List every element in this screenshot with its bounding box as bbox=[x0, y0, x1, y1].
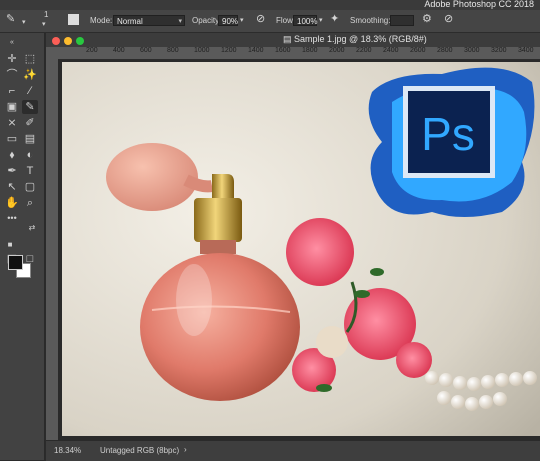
ruler-tick-label: 2400 bbox=[383, 47, 399, 54]
zoom-level[interactable]: 18.34% bbox=[54, 446, 81, 455]
ruler-tick-label: 200 bbox=[86, 47, 98, 54]
ruler-tick-label: 1200 bbox=[221, 47, 237, 54]
ruler-tick-label: 600 bbox=[140, 47, 152, 54]
opacity-label: Opacity: bbox=[192, 16, 222, 25]
flow-caret-icon[interactable]: ▾ bbox=[319, 15, 323, 27]
brush-preset-caret-icon[interactable]: ▾ bbox=[22, 17, 26, 29]
brush-tool-icon[interactable]: ✎ bbox=[22, 100, 38, 114]
hand-tool-icon[interactable]: ✋ bbox=[4, 196, 20, 210]
screen-mode-icon[interactable]: □ bbox=[22, 252, 38, 266]
dodge-tool-icon[interactable]: ◐ bbox=[22, 148, 38, 162]
gear-icon[interactable]: ⚙ bbox=[422, 13, 432, 25]
eyedropper-tool-icon[interactable]: ∕ bbox=[22, 84, 38, 98]
ruler-tick-label: 2000 bbox=[329, 47, 345, 54]
crop-tool-icon[interactable]: ⌐ bbox=[4, 84, 20, 98]
document-tab-title: Sample 1.jpg @ 18.3% (RGB/8#) bbox=[294, 34, 427, 44]
marquee-tool-icon[interactable]: ⬚ bbox=[22, 52, 38, 66]
ruler-tick-label: 1400 bbox=[248, 47, 264, 54]
zoom-tool-icon[interactable]: ⌕ bbox=[22, 196, 38, 210]
lasso-tool-icon[interactable]: ⌒ bbox=[4, 68, 20, 82]
mode-select[interactable]: Normal ▾ bbox=[113, 15, 185, 26]
close-window-button[interactable] bbox=[52, 37, 60, 45]
healing-brush-tool-icon[interactable]: ▣ bbox=[4, 100, 20, 114]
toolbox: « ✛ ⬚ ⌒ ✨ ⌐ ∕ ▣ ✎ ⨯ ✐ ▭ ▤ ⬧ ◐ ✒ T ↖ ▢ ✋ … bbox=[0, 33, 45, 460]
smoothing-label: Smoothing: bbox=[350, 16, 391, 25]
pen-tool-icon[interactable]: ✒ bbox=[4, 164, 20, 178]
shape-tool-icon[interactable]: ▢ bbox=[22, 180, 38, 194]
horizontal-ruler[interactable]: 200 400 600 800 1000 1200 1400 1600 1800 2000 2200… bbox=[58, 47, 540, 60]
brush-settings-icon[interactable] bbox=[68, 14, 79, 25]
document-file-icon: ▤ bbox=[283, 34, 295, 44]
mode-label: Mode: bbox=[90, 16, 113, 25]
vertical-ruler[interactable] bbox=[46, 47, 58, 440]
document-tab[interactable]: ▤ Sample 1.jpg @ 18.3% (RGB/8#) bbox=[283, 34, 427, 45]
app-titlebar: Adobe Photoshop CC 2018 bbox=[0, 0, 540, 10]
opacity-value: 90% bbox=[222, 17, 239, 26]
history-brush-tool-icon[interactable]: ✐ bbox=[22, 116, 38, 130]
mode-caret-icon: ▾ bbox=[178, 18, 182, 25]
document-tab-bar: ▤ Sample 1.jpg @ 18.3% (RGB/8#) bbox=[46, 33, 540, 47]
photoshop-logo: Ps bbox=[368, 67, 535, 217]
swap-colors-icon[interactable]: ⇄ bbox=[24, 221, 40, 235]
type-tool-icon[interactable]: T bbox=[22, 164, 38, 178]
foreground-color-swatch[interactable] bbox=[8, 255, 23, 270]
opacity-caret-icon[interactable]: ▾ bbox=[240, 15, 244, 27]
minimize-window-button[interactable] bbox=[64, 37, 72, 45]
ruler-tick-label: 3000 bbox=[464, 47, 480, 54]
clone-stamp-tool-icon[interactable]: ⨯ bbox=[4, 116, 20, 130]
gradient-tool-icon[interactable]: ▤ bbox=[22, 132, 38, 146]
status-menu-caret-icon[interactable]: › bbox=[184, 445, 187, 454]
app-title: Adobe Photoshop CC 2018 bbox=[424, 0, 534, 9]
path-selection-tool-icon[interactable]: ↖ bbox=[4, 180, 20, 194]
brush-picker-caret-icon[interactable]: ▾ bbox=[42, 19, 46, 31]
opacity-field[interactable]: 90% bbox=[218, 15, 238, 26]
flow-value: 100% bbox=[297, 17, 318, 26]
ruler-tick-label: 1000 bbox=[194, 47, 210, 54]
color-profile: Untagged RGB (8bpc) bbox=[100, 446, 180, 455]
ruler-tick-label: 3400 bbox=[518, 47, 534, 54]
maximize-window-button[interactable] bbox=[76, 37, 84, 45]
ruler-tick-label: 2200 bbox=[356, 47, 372, 54]
eraser-tool-icon[interactable]: ▭ bbox=[4, 132, 20, 146]
ruler-tick-label: 1800 bbox=[302, 47, 318, 54]
pressure-opacity-icon[interactable]: ⊘ bbox=[256, 13, 265, 25]
options-bar: ✎ ▾ 1 ▾ Mode: Normal ▾ Opacity: 90% ▾ ⊘ … bbox=[0, 10, 540, 33]
brush-tool-icon[interactable]: ✎ bbox=[6, 13, 15, 25]
ruler-tick-label: 2600 bbox=[410, 47, 426, 54]
flow-field[interactable]: 100% bbox=[293, 15, 317, 26]
ruler-tick-label: 1600 bbox=[275, 47, 291, 54]
magic-wand-tool-icon[interactable]: ✨ bbox=[22, 68, 38, 82]
ruler-tick-label: 3200 bbox=[491, 47, 507, 54]
ruler-tick-label: 800 bbox=[167, 47, 179, 54]
smoothing-field[interactable] bbox=[390, 15, 414, 26]
mode-value: Normal bbox=[117, 17, 143, 26]
ruler-tick-label: 400 bbox=[113, 47, 125, 54]
document-image[interactable]: Ps bbox=[62, 62, 540, 436]
default-colors-icon[interactable]: ■ bbox=[2, 238, 18, 252]
ps-logo-text: Ps bbox=[421, 108, 475, 160]
more-tools-icon[interactable]: ••• bbox=[4, 211, 20, 225]
move-tool-icon[interactable]: ✛ bbox=[4, 52, 20, 66]
ruler-tick-label: 2800 bbox=[437, 47, 453, 54]
status-bar: 18.34% Untagged RGB (8bpc) › bbox=[46, 440, 540, 461]
pressure-size-icon[interactable]: ⊘ bbox=[444, 13, 453, 25]
blur-tool-icon[interactable]: ⬧ bbox=[4, 148, 20, 162]
airbrush-icon[interactable]: ✦ bbox=[330, 13, 339, 25]
toolbox-collapse-icon[interactable]: « bbox=[4, 36, 20, 50]
